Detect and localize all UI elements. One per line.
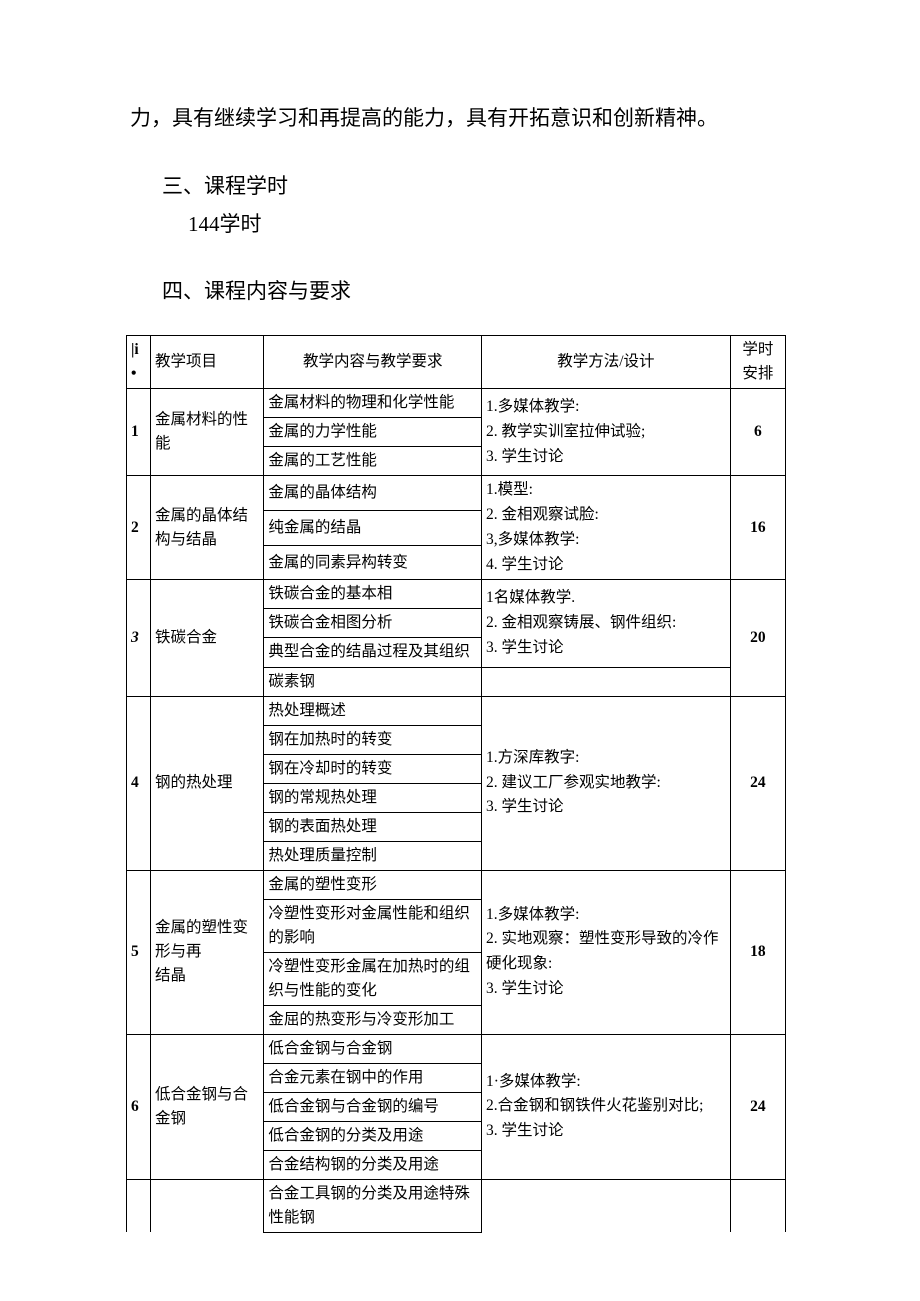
row-content: 低合金钢与合金钢的编号 — [264, 1092, 482, 1121]
course-hours-text: 144学时 — [188, 206, 790, 244]
row-method: 1.多媒体教学: 2. 教学实训室拉伸试验; 3. 学生讨论 — [481, 389, 730, 476]
row-content: 金屈的热变形与冷变形加工 — [264, 1005, 482, 1034]
row-item: 金属的晶体结构与结晶 — [150, 476, 263, 580]
row-method: 1名媒体教学. 2. 金相观察铸展、钢件组织: 3. 学生讨论 — [481, 580, 730, 667]
table-row: 2 金属的晶体结构与结晶 金属的晶体结构 1.模型: 2. 金相观察试脸: 3,… — [127, 476, 786, 511]
table-row: 5 金属的塑性变形与再 结晶 金属的塑性变形 1.多媒体教学: 2. 实地观察：… — [127, 870, 786, 899]
row-index: 5 — [127, 870, 151, 1034]
row-content: 铁碳合金相图分析 — [264, 609, 482, 638]
section-heading-4: 四、课程内容与要求 — [162, 273, 790, 311]
row-method: 1.方深库教字: 2. 建议工厂参观实地教学: 3. 学生讨论 — [481, 696, 730, 870]
row-item: 金属材料的性能 — [150, 389, 263, 476]
row-content: 合金工具钢的分类及用途特殊性能钢 — [264, 1179, 482, 1232]
row-content: 冷塑性变形金属在加热时的组织与性能的变化 — [264, 952, 482, 1005]
row-hours: 6 — [730, 389, 785, 476]
course-content-table: |i • 教学项目 教学内容与教学要求 教学方法/设计 学时安排 1 金属材料的… — [126, 335, 786, 1233]
header-item: 教学项目 — [150, 336, 263, 389]
row-content: 金属的晶体结构 — [264, 476, 482, 511]
row-method-empty — [481, 667, 730, 696]
row-content: 金属的力学性能 — [264, 418, 482, 447]
row-index — [127, 1179, 151, 1232]
document-page: 力，具有继续学习和再提高的能力，具有开拓意识和创新精神。 三、课程学时 144学… — [0, 0, 920, 1293]
table-row: 6 低合金钢与合金钢 低合金钢与合金钢 1·多媒体教学: 2.合金钢和钢铁件火花… — [127, 1034, 786, 1063]
row-content: 热处理概述 — [264, 696, 482, 725]
row-index: 3 — [127, 580, 151, 696]
row-content: 低合金钢与合金钢 — [264, 1034, 482, 1063]
row-content: 铁碳合金的基本相 — [264, 580, 482, 609]
table-header-row: |i • 教学项目 教学内容与教学要求 教学方法/设计 学时安排 — [127, 336, 786, 389]
row-index: 6 — [127, 1034, 151, 1179]
header-hours: 学时安排 — [730, 336, 785, 389]
row-content: 合金结构钢的分类及用途 — [264, 1150, 482, 1179]
row-content: 低合金钢的分类及用途 — [264, 1121, 482, 1150]
row-hours: 20 — [730, 580, 785, 696]
row-content: 碳素钢 — [264, 667, 482, 696]
table-row: 1 金属材料的性能 金属材料的物理和化学性能 1.多媒体教学: 2. 教学实训室… — [127, 389, 786, 418]
table-row: 合金工具钢的分类及用途特殊性能钢 — [127, 1179, 786, 1232]
row-index: 2 — [127, 476, 151, 580]
row-content: 纯金属的结晶 — [264, 510, 482, 545]
row-method: 1.模型: 2. 金相观察试脸: 3,多媒体教学: 4. 学生讨论 — [481, 476, 730, 580]
row-index: 4 — [127, 696, 151, 870]
row-index: 1 — [127, 389, 151, 476]
row-content: 合金元素在钢中的作用 — [264, 1063, 482, 1092]
row-content: 典型合金的结晶过程及其组织 — [264, 638, 482, 667]
row-content: 金属的同素异构转变 — [264, 545, 482, 580]
header-index: |i • — [127, 336, 151, 389]
row-content: 冷塑性变形对金属性能和组织的影响 — [264, 899, 482, 952]
row-method: 1·多媒体教学: 2.合金钢和钢铁件火花鉴别对比; 3. 学生讨论 — [481, 1034, 730, 1179]
row-content: 金属的工艺性能 — [264, 447, 482, 476]
row-content: 金属材料的物理和化学性能 — [264, 389, 482, 418]
row-hours: 16 — [730, 476, 785, 580]
paragraph-continuation: 力，具有继续学习和再提高的能力，具有开拓意识和创新精神。 — [130, 100, 790, 138]
row-content: 钢在加热时的转变 — [264, 725, 482, 754]
section-heading-3: 三、课程学时 — [162, 168, 790, 206]
row-content: 钢的常规热处理 — [264, 783, 482, 812]
row-item: 铁碳合金 — [150, 580, 263, 696]
row-method: 1.多媒体教学: 2. 实地观察：塑性变形导致的冷作硬化现象: 3. 学生讨论 — [481, 870, 730, 1034]
row-hours: 24 — [730, 1034, 785, 1179]
row-content: 钢在冷却时的转变 — [264, 754, 482, 783]
table-row: 4 钢的热处理 热处理概述 1.方深库教字: 2. 建议工厂参观实地教学: 3.… — [127, 696, 786, 725]
row-method — [481, 1179, 730, 1232]
row-item: 金属的塑性变形与再 结晶 — [150, 870, 263, 1034]
row-hours: 18 — [730, 870, 785, 1034]
table-row: 3 铁碳合金 铁碳合金的基本相 1名媒体教学. 2. 金相观察铸展、钢件组织: … — [127, 580, 786, 609]
row-content: 钢的表面热处理 — [264, 812, 482, 841]
header-content: 教学内容与教学要求 — [264, 336, 482, 389]
row-item: 钢的热处理 — [150, 696, 263, 870]
row-content: 热处理质量控制 — [264, 841, 482, 870]
row-content: 金属的塑性变形 — [264, 870, 482, 899]
header-method: 教学方法/设计 — [481, 336, 730, 389]
row-item: 低合金钢与合金钢 — [150, 1034, 263, 1179]
row-item — [150, 1179, 263, 1232]
row-hours — [730, 1179, 785, 1232]
row-hours: 24 — [730, 696, 785, 870]
